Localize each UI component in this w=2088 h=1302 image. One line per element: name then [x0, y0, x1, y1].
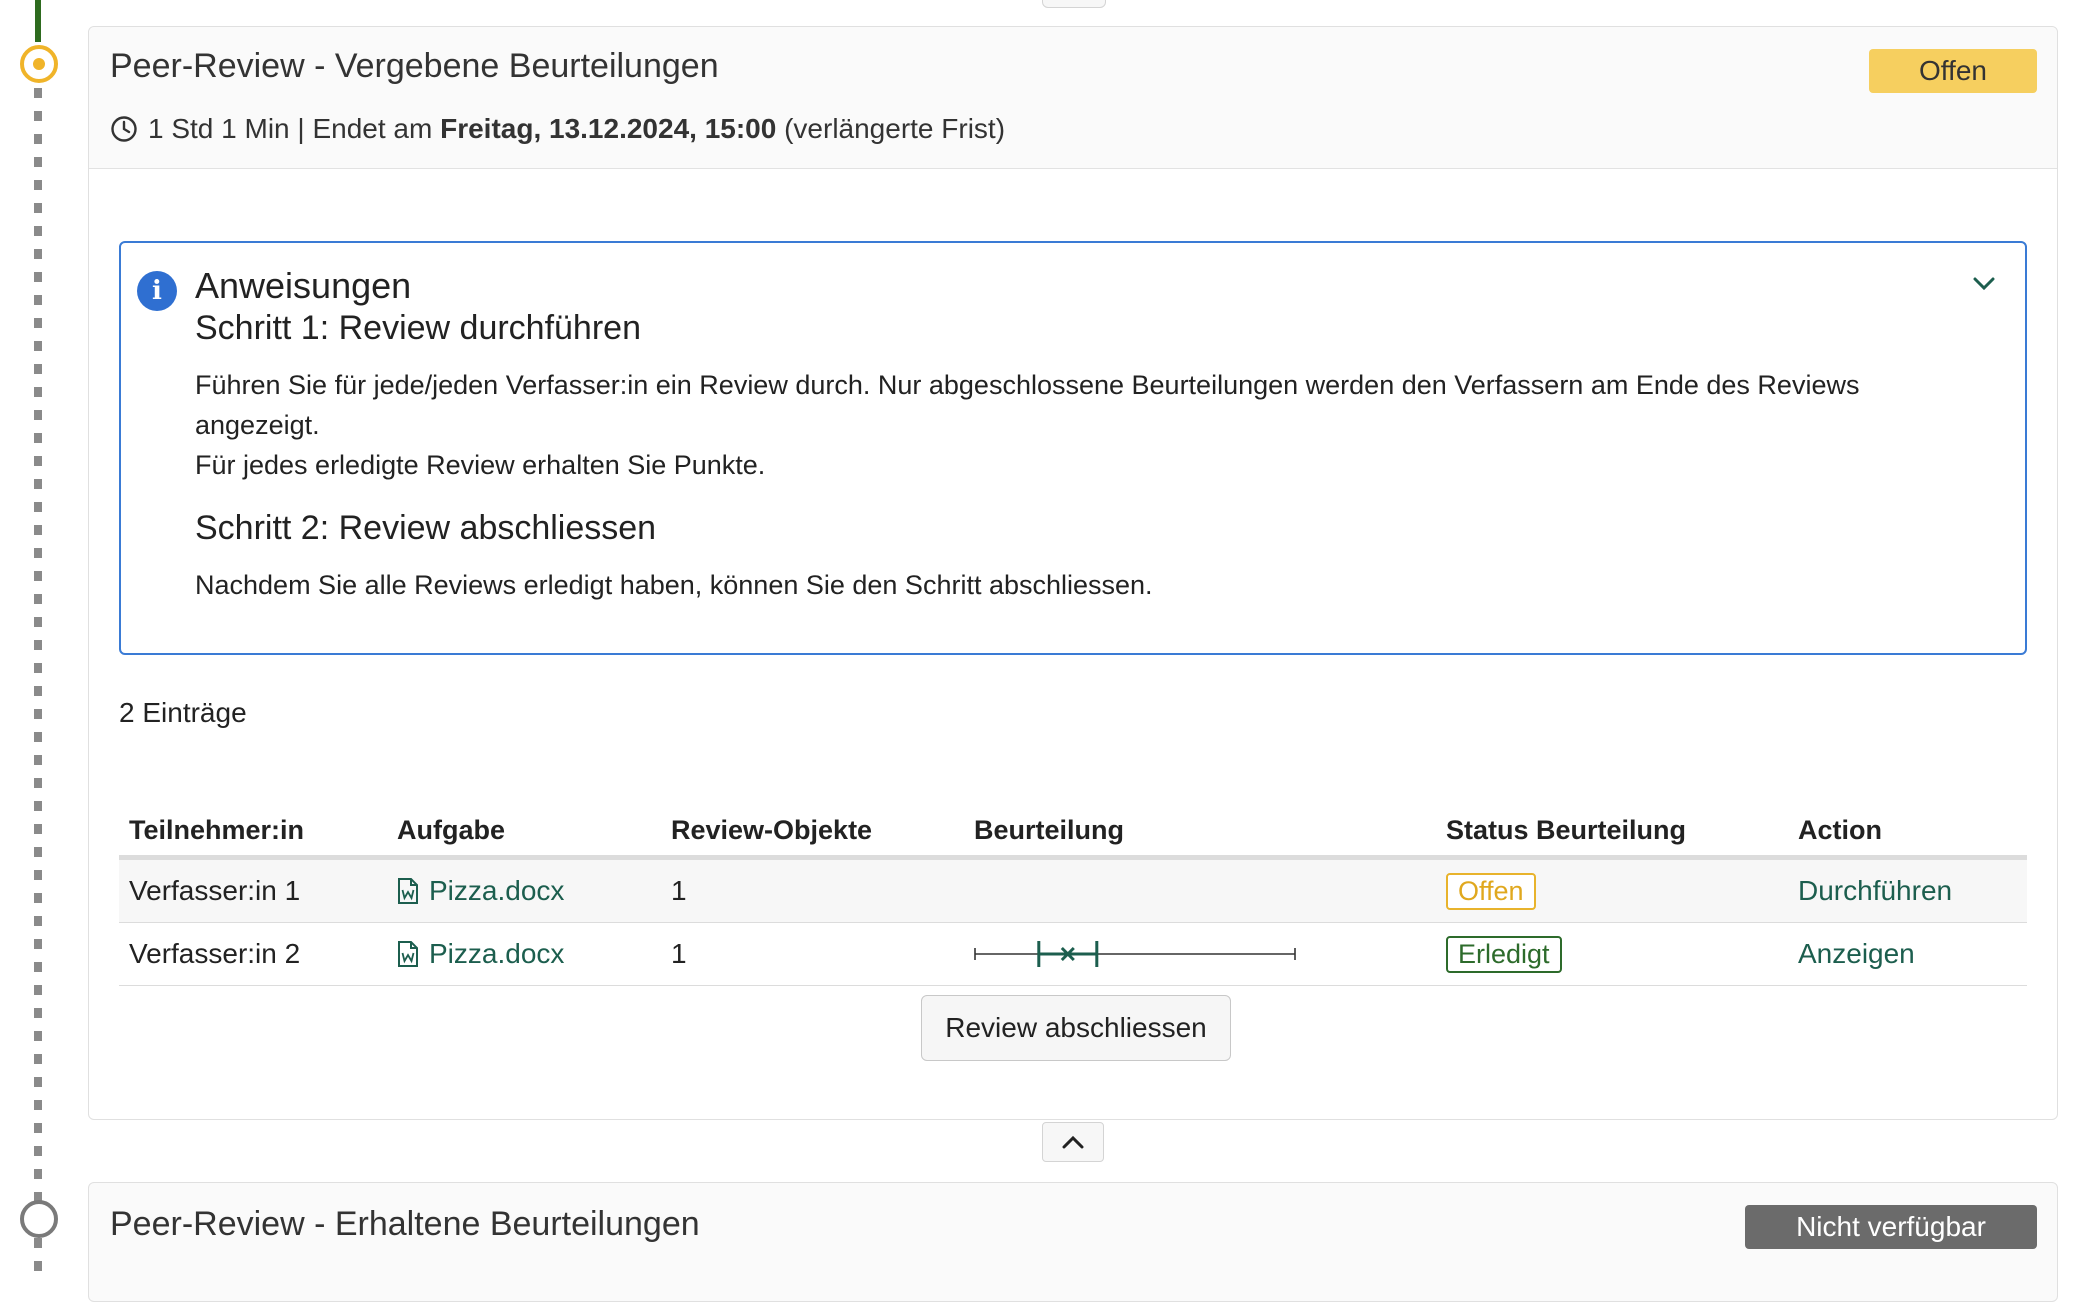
task-link[interactable]: Pizza.docx	[397, 860, 564, 922]
collapse-toggle[interactable]	[1042, 1122, 1104, 1162]
cell-review-objects: 1	[671, 938, 687, 969]
status-label-open: Offen	[1446, 872, 1536, 910]
task-filename: Pizza.docx	[429, 875, 565, 906]
step-title: Peer-Review - Erhaltene Beurteilungen	[110, 1205, 700, 1243]
status-label-done: Erledigt	[1446, 935, 1562, 973]
expand-tab-previous[interactable]	[1042, 0, 1106, 8]
word-file-icon	[398, 878, 418, 904]
action-view-link[interactable]: Anzeigen	[1798, 923, 1915, 985]
step-card-header: Peer-Review - Vergebene Beurteilungen Of…	[89, 27, 2057, 169]
info-icon: i	[137, 271, 177, 311]
cell-status: Erledigt	[1446, 923, 1562, 985]
step-deadline: 1 Std 1 Min | Endet am Freitag, 13.12.20…	[110, 113, 1005, 145]
timeline-line-pending	[34, 88, 42, 1278]
table-header-row: Teilnehmer:in Aufgabe Review-Objekte Beu…	[119, 797, 2027, 860]
instructions-step1-title: Schritt 1: Review durchführen	[195, 309, 641, 347]
deadline-note: (verlängerte Frist)	[784, 113, 1006, 144]
instructions-title: Anweisungen	[195, 265, 412, 306]
reviews-table: Teilnehmer:in Aufgabe Review-Objekte Beu…	[119, 797, 2027, 986]
table-row: Verfasser:in 2 Pizza.docx 1 Erledigt Anz…	[119, 923, 2027, 986]
instructions-panel: i Anweisungen Schritt 1: Review durchfüh…	[119, 241, 2027, 655]
cell-participant: Verfasser:in 2	[129, 938, 301, 969]
instructions-step2-title: Schritt 2: Review abschliessen	[195, 509, 657, 547]
cell-participant: Verfasser:in 1	[129, 875, 301, 906]
table-row: Verfasser:in 1 Pizza.docx 1 Offen Durchf…	[119, 860, 2027, 923]
word-file-icon	[398, 941, 418, 967]
step-title: Peer-Review - Vergebene Beurteilungen	[110, 47, 719, 85]
chevron-down-icon[interactable]	[1973, 277, 1995, 291]
deadline-date: Freitag, 13.12.2024, 15:00	[440, 113, 777, 144]
entries-count: 2 Einträge	[119, 697, 247, 728]
chevron-up-icon	[1062, 1135, 1084, 1149]
step-card-given-reviews: Peer-Review - Vergebene Beurteilungen Of…	[88, 26, 2058, 1120]
column-header-task: Aufgabe	[397, 815, 505, 845]
column-header-rating: Beurteilung	[974, 815, 1125, 845]
column-header-review-objects: Review-Objekte	[671, 815, 873, 845]
column-header-status: Status Beurteilung	[1446, 815, 1687, 845]
cell-status: Offen	[1446, 860, 1536, 922]
step-card-received-reviews: Peer-Review - Erhaltene Beurteilungen Ni…	[88, 1182, 2058, 1302]
finish-review-button[interactable]: Review abschliessen	[921, 995, 1231, 1061]
instructions-step2-text: Nachdem Sie alle Reviews erledigt haben,…	[195, 570, 1153, 600]
cell-review-objects: 1	[671, 875, 687, 906]
timeline-node-current	[20, 45, 58, 83]
rating-scale	[974, 941, 1296, 967]
task-filename: Pizza.docx	[429, 938, 565, 969]
cell-rating	[974, 923, 1298, 985]
action-perform-link[interactable]: Durchführen	[1798, 860, 1952, 922]
timeline-node-next	[20, 1200, 58, 1238]
timeline-line-done	[35, 0, 41, 42]
deadline-duration: 1 Std 1 Min | Endet am	[148, 113, 433, 144]
task-link[interactable]: Pizza.docx	[397, 923, 564, 985]
instructions-step1-text: Führen Sie für jede/jeden Verfasser:in e…	[195, 370, 1860, 440]
status-badge-unavailable: Nicht verfügbar	[1745, 1205, 2037, 1249]
instructions-step1-points: Für jedes erledigte Review erhalten Sie …	[195, 450, 766, 480]
column-header-action: Action	[1798, 815, 1882, 845]
clock-icon	[111, 116, 137, 142]
column-header-participant: Teilnehmer:in	[129, 815, 305, 845]
status-badge-open: Offen	[1869, 49, 2037, 93]
